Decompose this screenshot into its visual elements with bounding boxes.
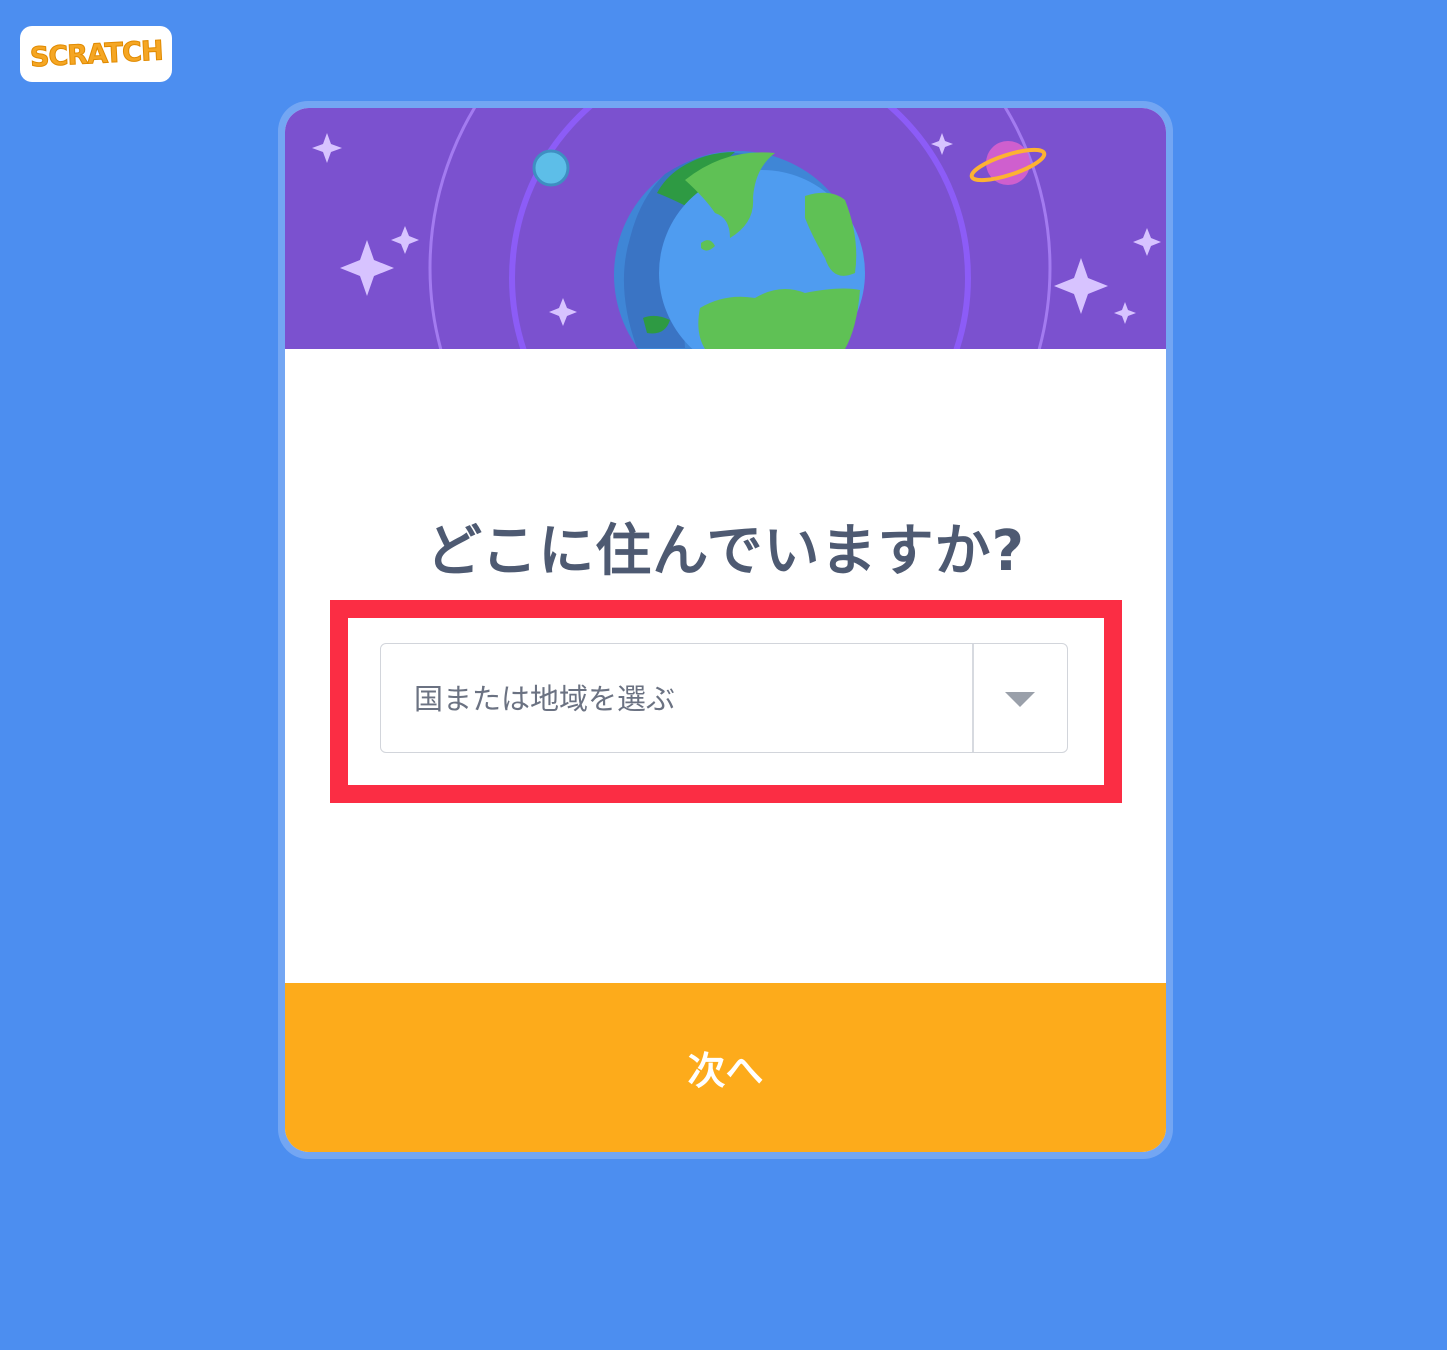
globe-illustration [312, 108, 1161, 349]
scratch-logo[interactable]: SCRATCH [20, 26, 172, 82]
location-question-heading: どこに住んでいますか? [425, 519, 1025, 584]
space-banner-illustration [285, 108, 1166, 349]
scratch-logo-text: SCRATCH [28, 35, 164, 74]
earth-icon [614, 151, 865, 349]
moon-icon [532, 149, 570, 187]
next-button-label: 次へ [687, 1049, 764, 1093]
ringed-planet-icon [969, 141, 1047, 185]
highlight-annotation-box [330, 600, 1122, 803]
next-button[interactable]: 次へ [285, 983, 1166, 1152]
